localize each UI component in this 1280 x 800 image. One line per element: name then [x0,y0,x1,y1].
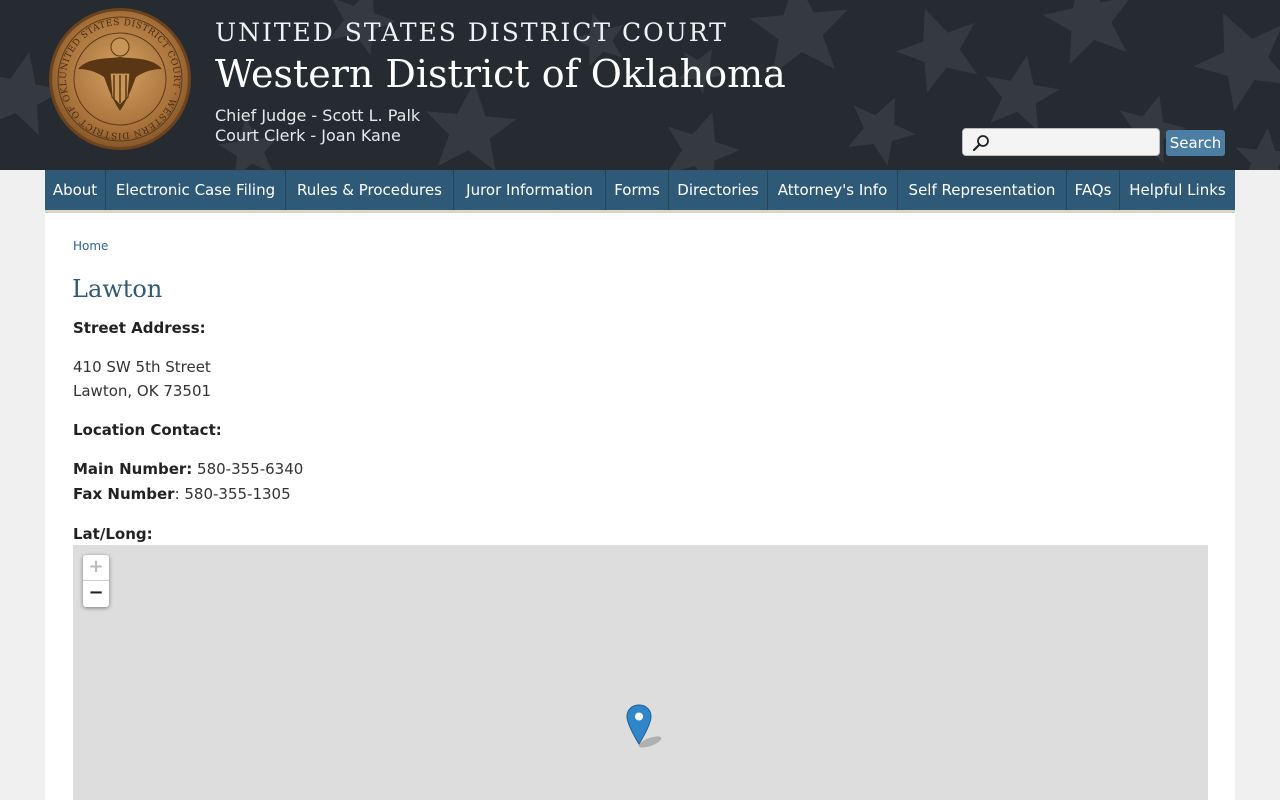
fax-number-label: Fax Number [73,485,175,503]
zoom-control: + − [83,555,109,607]
zoom-in-button[interactable]: + [83,555,109,581]
map-marker-icon[interactable] [626,704,666,748]
court-seal-logo: UNITED STATES DISTRICT COURT · WESTERN D… [48,7,191,150]
breadcrumb-home[interactable]: Home [73,239,108,253]
address-line-1: 410 SW 5th Street [73,358,211,376]
court-name: UNITED STATES DISTRICT COURT [215,18,728,47]
nav-rules-procedures[interactable]: Rules & Procedures [286,170,454,210]
latlong-label: Lat/Long: [73,525,153,543]
main-content: Home Lawton Street Address: 410 SW 5th S… [45,213,1235,800]
court-clerk: Court Clerk - Joan Kane [215,126,401,145]
nav-directories[interactable]: Directories [669,170,768,210]
street-address-label: Street Address: [73,319,206,337]
search-input[interactable] [993,132,1157,154]
nav-attorneys-info[interactable]: Attorney's Info [768,170,898,210]
nav-electronic-case-filing[interactable]: Electronic Case Filing [106,170,286,210]
nav-helpful-links[interactable]: Helpful Links [1120,170,1235,210]
search-button[interactable]: Search [1166,130,1225,156]
nav-about[interactable]: About [45,170,106,210]
site-header: UNITED STATES DISTRICT COURT · WESTERN D… [0,0,1280,170]
search-field[interactable] [962,128,1160,156]
fax-number-row: Fax Number: 580-355-1305 [73,485,291,503]
location-contact-label: Location Contact: [73,421,222,439]
main-number-value: 580-355-6340 [192,460,304,478]
magnifier-icon [972,135,989,152]
address-line-2: Lawton, OK 73501 [73,382,212,400]
main-nav: About Electronic Case Filing Rules & Pro… [45,170,1235,210]
fax-number-value: : 580-355-1305 [174,485,291,503]
nav-faqs[interactable]: FAQs [1067,170,1120,210]
district-name: Western District of Oklahoma [215,52,786,96]
chief-judge: Chief Judge - Scott L. Palk [215,106,421,125]
page-title: Lawton [72,275,163,303]
nav-forms[interactable]: Forms [606,170,669,210]
location-map[interactable]: + − [73,545,1208,800]
nav-self-representation[interactable]: Self Representation [898,170,1067,210]
nav-juror-information[interactable]: Juror Information [454,170,606,210]
main-number-label: Main Number: [73,460,193,478]
main-number-row: Main Number: 580-355-6340 [73,460,303,478]
zoom-out-button[interactable]: − [83,581,109,607]
